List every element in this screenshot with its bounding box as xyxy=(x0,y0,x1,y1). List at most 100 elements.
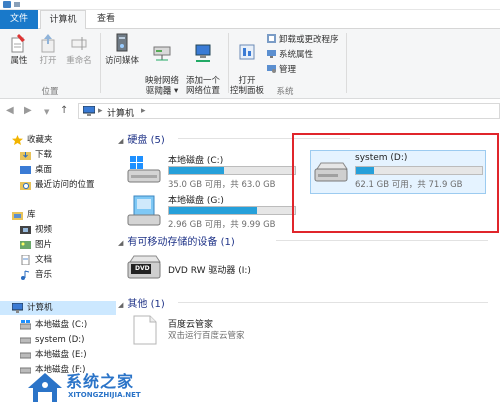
breadcrumb-separator[interactable]: ▸ xyxy=(98,106,103,116)
network-drive-icon xyxy=(153,46,171,61)
properties-label: 属性 xyxy=(10,56,28,66)
dvd-logo-text: DVD xyxy=(135,265,150,272)
tab-file[interactable]: 文件 xyxy=(0,10,38,29)
watermark: 系统之家 XITONGZHIJIA.NET xyxy=(22,366,192,406)
music-icon xyxy=(21,270,30,280)
sidebar-item-music[interactable]: 音乐 xyxy=(0,268,116,282)
breadcrumb-computer[interactable]: 计算机 xyxy=(107,106,134,119)
uninstall-icon xyxy=(267,34,276,43)
section-rule xyxy=(178,302,488,303)
windows-drive-icon xyxy=(20,320,31,330)
download-folder-icon xyxy=(20,152,31,160)
star-icon xyxy=(12,135,23,145)
sidebar-item-recent[interactable]: 最近访问的位置 xyxy=(0,178,116,192)
drive-usage-bar xyxy=(168,206,296,215)
sidebar-item-drive-d[interactable]: system (D:) xyxy=(0,333,116,347)
sidebar-item-videos[interactable]: 视频 xyxy=(0,223,116,237)
ribbon-separator xyxy=(100,33,101,93)
highlight-annotation xyxy=(292,133,499,233)
drive-item-g[interactable]: 本地磁盘 (G:) 2.96 GB 可用，共 9.99 GB xyxy=(124,191,300,235)
rename-button[interactable]: 重命名 xyxy=(64,32,94,66)
back-icon[interactable]: ◀ xyxy=(6,105,14,116)
hard-drive-icon xyxy=(20,352,31,359)
computer-icon xyxy=(83,106,95,116)
blank-file-icon xyxy=(133,315,157,345)
network-group-label: 网络 xyxy=(154,87,172,97)
rename-icon xyxy=(71,37,87,50)
watermark-text: 系统之家 xyxy=(66,372,135,391)
properties-button[interactable]: 属性 xyxy=(6,32,32,66)
drive-capacity: 35.0 GB 可用，共 63.0 GB xyxy=(168,180,276,190)
drive-usage-bar xyxy=(168,166,296,175)
pictures-icon xyxy=(20,241,31,249)
rename-label: 重命名 xyxy=(66,56,92,66)
sidebar-item-documents[interactable]: 文档 xyxy=(0,253,116,267)
folder-icon[interactable] xyxy=(3,1,11,8)
breadcrumb-separator[interactable]: ▸ xyxy=(141,106,146,116)
open-icon xyxy=(41,34,55,53)
hard-drive-icon xyxy=(20,337,31,344)
drive-usage-fill xyxy=(169,207,257,214)
collapse-triangle-icon[interactable]: ◢ xyxy=(118,301,123,309)
uninstall-program-button[interactable]: 卸载或更改程序 xyxy=(267,34,339,46)
desktop-icon xyxy=(20,166,31,174)
library-icon xyxy=(12,212,23,220)
collapse-triangle-icon[interactable]: ◢ xyxy=(118,239,123,247)
access-media-button[interactable]: 访问媒体 xyxy=(104,32,140,66)
drive-usage-fill xyxy=(169,167,224,174)
collapse-triangle-icon[interactable]: ◢ xyxy=(118,137,123,145)
recent-places-icon xyxy=(20,182,31,190)
location-group-label: 位置 xyxy=(41,87,59,97)
tab-view[interactable]: 查看 xyxy=(88,10,124,29)
sidebar-item-downloads[interactable]: 下载 xyxy=(0,148,116,162)
ribbon-separator xyxy=(228,33,229,93)
house-logo-icon xyxy=(28,373,62,402)
manage-icon xyxy=(267,65,276,73)
system-properties-icon xyxy=(267,50,276,58)
address-input[interactable]: ▸ 计算机 ▸ xyxy=(78,103,500,119)
drive-name: 本地磁盘 (G:) xyxy=(168,196,224,206)
section-rule xyxy=(276,240,488,241)
section-header-other[interactable]: ◢ 其他 (1) xyxy=(118,295,488,310)
dvd-drive-item[interactable]: DVD DVD RW 驱动器 (I:) xyxy=(124,251,300,287)
sidebar-item-pictures[interactable]: 图片 xyxy=(0,238,116,252)
tab-computer[interactable]: 计算机 xyxy=(40,10,86,30)
sidebar-item-computer[interactable]: 计算机 xyxy=(0,301,116,315)
windows-drive-icon xyxy=(127,156,161,183)
system-properties-button[interactable]: 系统属性 xyxy=(267,49,313,61)
properties-icon xyxy=(11,34,25,53)
sidebar-item-drive-c[interactable]: 本地磁盘 (C:) xyxy=(0,318,116,332)
uninstall-program-label: 卸载或更改程序 xyxy=(279,35,339,45)
section-header-removable[interactable]: ◢ 有可移动存储的设备 (1) xyxy=(118,233,488,248)
access-media-label: 访问媒体 xyxy=(104,56,139,66)
other-item-description: 双击运行百度云管家 xyxy=(168,331,245,341)
recent-chevron-down-icon[interactable]: ▼ xyxy=(44,108,49,116)
control-panel-icon xyxy=(239,44,255,60)
sidebar-item-desktop[interactable]: 桌面 xyxy=(0,163,116,177)
drive-capacity: 2.96 GB 可用，共 9.99 GB xyxy=(168,220,276,230)
network-location-icon xyxy=(195,44,211,62)
sidebar-item-favorites[interactable]: 收藏夹 xyxy=(0,133,116,147)
other-item-baidu[interactable]: 百度云管家 双击运行百度云管家 xyxy=(124,313,300,349)
ribbon-tabs: 文件 计算机 查看 xyxy=(0,10,500,30)
open-button[interactable]: 打开 xyxy=(36,32,60,66)
sidebar-item-libraries[interactable]: 库 xyxy=(0,208,116,222)
computer-icon xyxy=(12,303,23,313)
drive-item-c[interactable]: 本地磁盘 (C:) 35.0 GB 可用，共 63.0 GB xyxy=(124,151,300,195)
ribbon: 属性 打开 重命名 位置 访问媒体 映射网络 驱动器 ▾ 添加一个 网络位置 网… xyxy=(0,29,500,99)
forward-icon[interactable]: ▶ xyxy=(24,105,32,116)
manage-button[interactable]: 管理 xyxy=(267,64,296,76)
drive-name: 本地磁盘 (C:) xyxy=(168,156,224,166)
quick-access-icon[interactable] xyxy=(14,2,20,7)
video-icon xyxy=(20,226,31,234)
media-server-icon xyxy=(116,33,128,52)
sidebar-item-drive-e[interactable]: 本地磁盘 (E:) xyxy=(0,348,116,362)
address-bar-row: ◀ ▶ ▼ ↑ ▸ 计算机 ▸ xyxy=(0,99,500,123)
up-arrow-icon[interactable]: ↑ xyxy=(60,105,68,116)
title-bar xyxy=(0,0,500,10)
navigation-pane: 收藏夹 下载 桌面 最近访问的位置 库 视频 图片 文档 音乐 计算机 本地磁盘… xyxy=(0,123,116,406)
system-properties-label: 系统属性 xyxy=(279,50,314,60)
manage-label: 管理 xyxy=(279,65,297,75)
open-label: 打开 xyxy=(39,56,57,66)
dvd-drive-name: DVD RW 驱动器 (I:) xyxy=(168,266,251,276)
